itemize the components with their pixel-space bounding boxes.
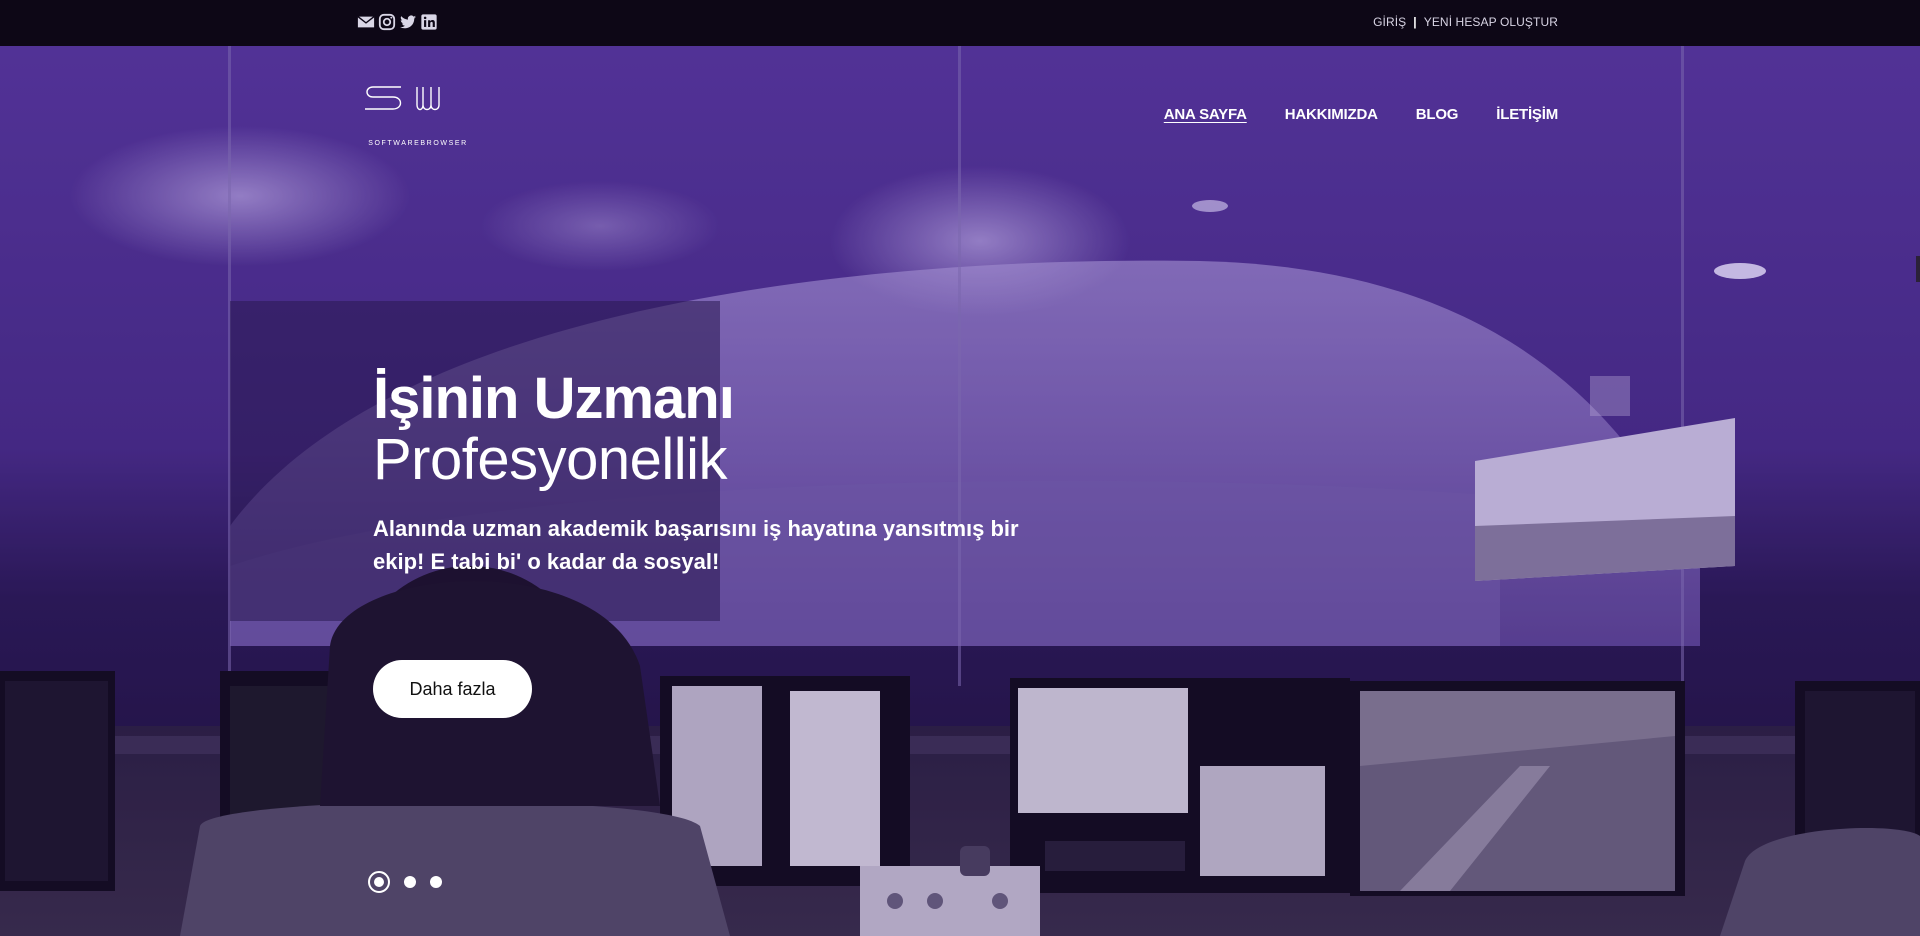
- logo-wordmark: SOFTWAREBROWSER: [368, 140, 468, 147]
- login-link[interactable]: GİRİŞ: [1373, 15, 1406, 29]
- slide-dot-3[interactable]: [430, 876, 442, 888]
- hero-subtitle: Profesyonellik: [373, 427, 728, 492]
- social-links: [357, 13, 438, 31]
- auth-separator: |: [1413, 15, 1417, 29]
- nav-item-about[interactable]: HAKKIMIZDA: [1285, 106, 1378, 123]
- slider-pagination: [368, 871, 442, 893]
- hero-copy: İşinin Uzmanı Profesyonellik Alanında uz…: [373, 368, 1073, 578]
- top-utility-bar: GİRİŞ | YENİ HESAP OLUŞTUR: [0, 0, 1920, 46]
- instagram-icon[interactable]: [378, 13, 396, 31]
- slide-dot-1[interactable]: [368, 871, 390, 893]
- scrollbar-thumb[interactable]: [1916, 256, 1920, 282]
- slide-dot-2[interactable]: [404, 876, 416, 888]
- linkedin-icon[interactable]: [420, 13, 438, 31]
- mail-icon[interactable]: [357, 13, 375, 31]
- brand-logo[interactable]: SOFTWAREBROWSER: [359, 83, 477, 151]
- nav-item-blog[interactable]: BLOG: [1416, 106, 1459, 123]
- nav-item-home[interactable]: ANA SAYFA: [1164, 106, 1247, 123]
- hero-lead: Alanında uzman akademik başarısını iş ha…: [373, 516, 1019, 574]
- hero-title: İşinin Uzmanı: [373, 366, 735, 431]
- main-nav: ANA SAYFA HAKKIMIZDA BLOG İLETİŞİM: [1164, 106, 1558, 123]
- register-link[interactable]: YENİ HESAP OLUŞTUR: [1424, 15, 1558, 29]
- hero-slider: SOFTWAREBROWSER ANA SAYFA HAKKIMIZDA BLO…: [0, 46, 1920, 936]
- twitter-icon[interactable]: [399, 13, 417, 31]
- nav-item-contact[interactable]: İLETİŞİM: [1496, 106, 1558, 123]
- more-button[interactable]: Daha fazla: [373, 660, 532, 718]
- auth-links: GİRİŞ | YENİ HESAP OLUŞTUR: [1373, 15, 1558, 29]
